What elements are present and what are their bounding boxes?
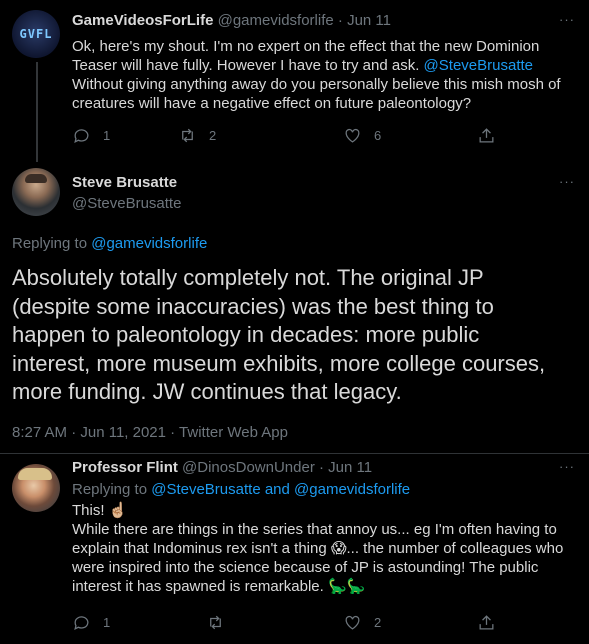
replying-to-link[interactable]: @SteveBrusatte (151, 481, 260, 498)
retweet-icon (182, 128, 193, 143)
separator-dot: · (337, 12, 343, 29)
heart-icon (345, 128, 360, 143)
avatar-steve-brusatte[interactable] (12, 168, 60, 216)
replying-to-link[interactable]: @gamevidsforlife (91, 235, 207, 252)
share-button[interactable] (477, 613, 496, 632)
retweet-button[interactable]: 2 (178, 126, 216, 145)
author-name[interactable]: Professor Flint (72, 459, 178, 476)
like-count: 6 (374, 128, 382, 143)
like-count: 2 (374, 615, 382, 630)
retweet-icon (210, 615, 221, 630)
share-button[interactable] (477, 126, 496, 145)
tweet-text: Ok, here's my shout. I'm no expert on th… (72, 37, 572, 113)
dinosaur-emoji: 🦕🦕 (327, 578, 366, 595)
replying-to: Replying to @gamevidsforlife (12, 235, 207, 252)
heart-icon (345, 615, 360, 630)
replying-to-label: Replying to (72, 481, 152, 498)
avatar-hat-shape (18, 468, 52, 480)
reply-button[interactable]: 1 (72, 613, 110, 632)
replying-to-and: and (260, 481, 295, 498)
author-handle[interactable]: @DinosDownUnder (182, 459, 315, 476)
thread-line (36, 62, 38, 162)
parent-tweet[interactable]: GVFL GameVideosForLife @gamevidsforlife … (0, 0, 589, 162)
reply-icon (74, 616, 89, 631)
separator-dot: · (318, 459, 324, 476)
tweet-metadata[interactable]: 8:27 AM · Jun 11, 2021 · Twitter Web App (12, 424, 288, 441)
mention-link[interactable]: @SteveBrusatte (424, 57, 533, 74)
tweet-actions: 1 2 (72, 613, 572, 633)
reply-button[interactable]: 1 (72, 126, 110, 145)
main-tweet-text: Absolutely totally completely not. The o… (12, 265, 546, 404)
tweet-text: This! ☝🏼 While there are things in the s… (72, 501, 572, 596)
share-icon (479, 128, 494, 143)
avatar-hair-shape (25, 174, 47, 183)
more-options-icon[interactable]: ··· (559, 459, 575, 474)
tweet-text-part: Without giving anything away do you pers… (72, 76, 561, 112)
tweet-text-part: This! (72, 502, 109, 519)
tweet-date[interactable]: Jun 11 (347, 12, 391, 29)
reply-count: 1 (103, 128, 111, 143)
avatar-logo-text: GVFL (19, 27, 53, 41)
reply-icon (74, 129, 89, 144)
author-handle[interactable]: @SteveBrusatte (72, 195, 181, 212)
more-options-icon[interactable]: ··· (559, 174, 575, 189)
reply-tweet[interactable]: Professor Flint @DinosDownUnder · Jun 11… (0, 454, 589, 644)
pointing-up-emoji: ☝🏼 (108, 502, 128, 519)
retweet-count: 2 (209, 128, 217, 143)
avatar-gamevideosforlife[interactable]: GVFL (12, 10, 60, 58)
reply-count: 1 (103, 615, 111, 630)
author-name[interactable]: GameVideosForLife (72, 12, 213, 29)
retweet-button[interactable] (206, 613, 237, 632)
replying-to: Replying to @SteveBrusatte and @gamevids… (72, 481, 410, 498)
scream-emoji: 😱 (330, 540, 347, 557)
share-icon (479, 615, 494, 630)
avatar-professor-flint[interactable] (12, 464, 60, 512)
tweet-date[interactable]: Jun 11 (328, 459, 372, 476)
tweet-actions: 1 2 6 (72, 126, 572, 146)
like-button[interactable]: 6 (343, 126, 381, 145)
replying-to-link[interactable]: @gamevidsforlife (294, 481, 410, 498)
author-handle[interactable]: @gamevidsforlife (218, 12, 334, 29)
more-options-icon[interactable]: ··· (559, 12, 575, 27)
like-button[interactable]: 2 (343, 613, 381, 632)
author-name[interactable]: Steve Brusatte (72, 174, 177, 191)
replying-to-label: Replying to (12, 235, 92, 252)
main-tweet: Steve Brusatte @SteveBrusatte ··· Replyi… (0, 154, 589, 454)
